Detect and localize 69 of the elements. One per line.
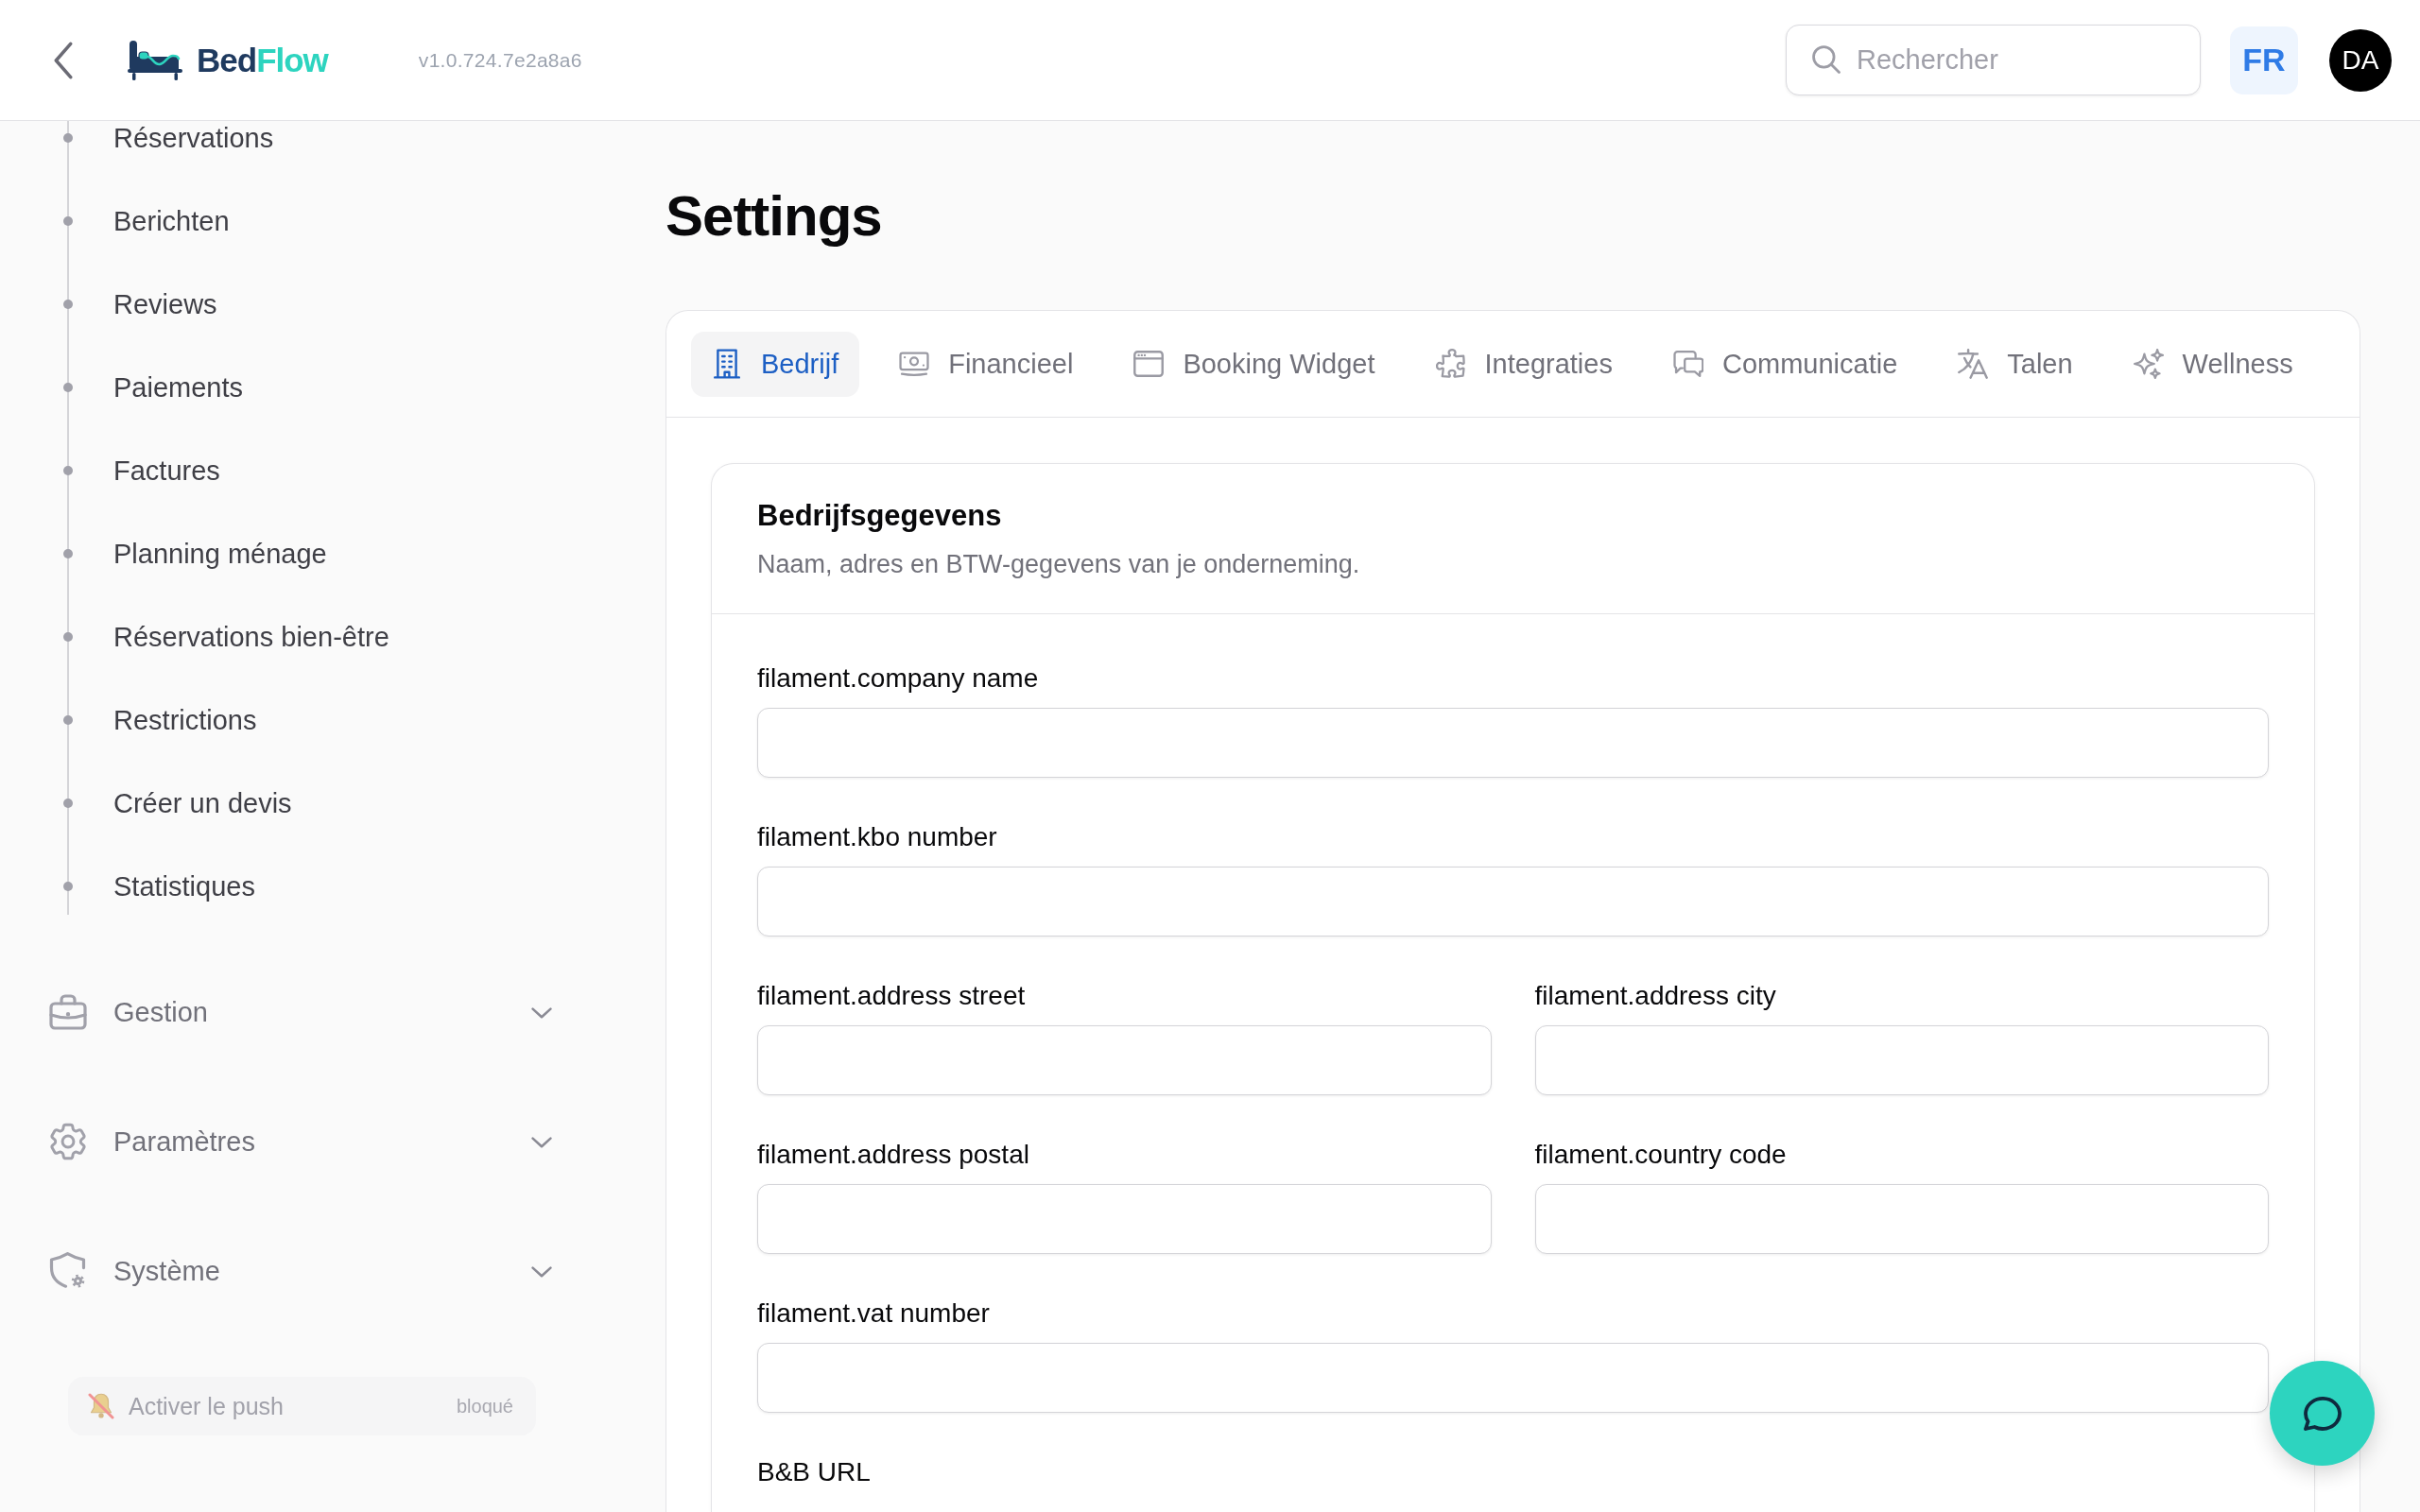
field-label: filament.kbo number xyxy=(757,821,997,853)
nav-group[interactable]: Système xyxy=(49,1243,552,1299)
gear-icon xyxy=(49,1123,87,1160)
search-field[interactable]: Rechercher xyxy=(1786,25,2201,95)
version-label: v1.0.724.7e2a8a6 xyxy=(418,48,582,72)
field-label: filament.country code xyxy=(1534,1139,1787,1171)
field-label: filament.address postal xyxy=(757,1139,1029,1171)
bullet-icon xyxy=(63,133,73,143)
shield-gear-icon xyxy=(49,1252,87,1290)
nav-item[interactable]: Berichten xyxy=(49,204,237,238)
nav-group[interactable]: Paramètres xyxy=(49,1113,552,1170)
chat-bubble-icon xyxy=(2303,1395,2342,1432)
bullet-icon xyxy=(63,549,73,558)
sparkles-icon xyxy=(2133,349,2164,379)
input-field[interactable] xyxy=(1534,1025,2269,1095)
translate-icon xyxy=(1958,349,1989,379)
tab[interactable]: Communicatie xyxy=(1651,331,1919,397)
puzzle-piece-icon xyxy=(1435,349,1466,379)
page-title: Settings xyxy=(666,183,882,249)
nav-item[interactable]: Réservations bien-être xyxy=(49,620,397,654)
input-field[interactable] xyxy=(757,867,2269,936)
nav-item[interactable]: Paiements xyxy=(49,370,251,404)
field-label: filament.address city xyxy=(1534,980,1776,1012)
section-description: Naam, adres en BTW-gegevens van je onderneming. xyxy=(757,549,1361,580)
nav-item[interactable]: Réservations xyxy=(49,121,282,155)
banknote-icon xyxy=(899,349,930,379)
status-label: bloqué xyxy=(456,1395,513,1418)
nav-item[interactable]: Factures xyxy=(49,454,228,488)
tab[interactable]: Talen xyxy=(1937,331,2094,397)
search-icon xyxy=(1812,45,1841,74)
nav-item[interactable]: Restrictions xyxy=(49,703,265,737)
bullet-icon xyxy=(63,216,73,226)
tab[interactable]: Wellness xyxy=(2112,331,2314,397)
nav-group[interactable]: Gestion xyxy=(49,984,552,1040)
bullet-icon xyxy=(63,632,73,642)
chat-bubbles-icon xyxy=(1672,349,1703,379)
briefcase-icon xyxy=(49,993,87,1031)
bed-logo-icon xyxy=(127,38,183,82)
user-avatar[interactable]: DA xyxy=(2329,28,2392,92)
nav-item[interactable]: Statistiques xyxy=(49,869,263,903)
field-label: filament.company name xyxy=(757,662,1039,695)
input-field[interactable] xyxy=(757,1184,1492,1254)
tab[interactable]: Booking Widget xyxy=(1113,331,1396,397)
language-button[interactable]: FR xyxy=(2230,26,2298,94)
bullet-icon xyxy=(63,882,73,891)
tab[interactable]: Bedrijf xyxy=(691,331,860,397)
section-title: Bedrijfsgegevens xyxy=(757,498,1003,534)
bullet-icon xyxy=(63,799,73,808)
tab[interactable]: Integraties xyxy=(1414,331,1634,397)
field-label: B&B URL xyxy=(757,1456,871,1488)
browser-window-icon xyxy=(1133,349,1165,379)
bullet-icon xyxy=(63,715,73,725)
bullet-icon xyxy=(63,466,73,475)
input-field[interactable] xyxy=(1534,1184,2269,1254)
nav-item[interactable]: Planning ménage xyxy=(49,537,335,571)
input-field[interactable] xyxy=(757,1343,2269,1413)
field-label: filament.vat number xyxy=(757,1297,990,1330)
tab[interactable]: Financieel xyxy=(878,331,1095,397)
building-icon xyxy=(712,349,742,379)
nav-item[interactable]: Reviews xyxy=(49,287,225,321)
brand-name: BedFlow xyxy=(197,40,328,80)
input-field[interactable] xyxy=(757,708,2269,778)
muted-bell-icon xyxy=(87,1392,115,1420)
nav-item[interactable]: Créer un devis xyxy=(49,786,300,820)
input-field[interactable] xyxy=(757,1025,1492,1095)
field-label: filament.address street xyxy=(757,980,1026,1012)
chevron-left-icon xyxy=(53,41,74,79)
bullet-icon xyxy=(63,383,73,392)
bullet-icon xyxy=(63,300,73,309)
